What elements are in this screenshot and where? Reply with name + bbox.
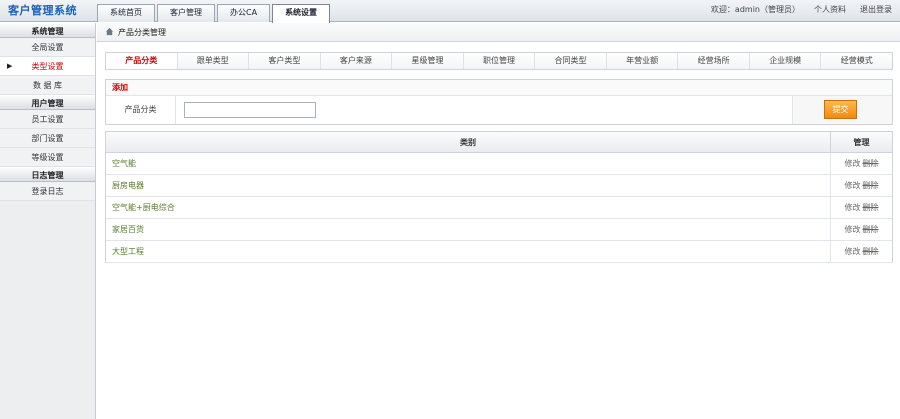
sidebar-item-department-settings[interactable]: 部门设置 [0,129,95,148]
app-title: 客户管理系统 [8,4,77,17]
delete-link[interactable]: 删除 [863,247,879,256]
row-actions: 修改 删除 [830,219,892,240]
delete-link[interactable]: 删除 [863,225,879,234]
delete-link[interactable]: 删除 [863,159,879,168]
main-tab-customers[interactable]: 客户管理 [157,4,215,22]
home-icon [105,27,114,36]
profile-link[interactable]: 个人资料 [814,0,846,20]
tab-contract-type[interactable]: 合同类型 [535,53,607,69]
sidebar-item-type-settings[interactable]: ▶ 类型设置 [0,57,95,76]
edit-link[interactable]: 修改 [845,181,861,190]
tab-customer-type[interactable]: 客户类型 [249,53,321,69]
current-arrow-icon: ▶ [7,62,13,70]
sidebar-group-users[interactable]: 用户管理 [0,95,95,110]
main-tab-settings[interactable]: 系统设置 [272,4,331,23]
sidebar-item-global-settings[interactable]: 全局设置 [0,38,95,57]
user-info: 欢迎：admin（管理员） 个人资料 退出登录 [711,0,892,20]
category-name: 家居百货 [112,225,144,234]
category-name: 空气能+厨电综合 [112,203,175,212]
breadcrumb: 产品分类管理 [97,23,900,42]
product-category-input[interactable] [184,102,316,118]
welcome-text: 欢迎：admin（管理员） [710,5,800,14]
product-category-label: 产品分类 [106,96,176,124]
category-name: 厨房电器 [112,181,144,190]
edit-link[interactable]: 修改 [845,159,861,168]
sidebar: 系统管理 全局设置 ▶ 类型设置 数 据 库 用户管理 员工设置 部门设置 等级设… [0,23,96,419]
header-category: 类别 [460,138,476,147]
main-tabs: 系统首页 客户管理 办公CA 系统设置 [97,4,332,23]
main-tab-office[interactable]: 办公CA [217,4,271,22]
table-header: 类别 管理 [106,132,892,153]
tab-followup-type[interactable]: 跟单类型 [177,53,250,69]
page-title: 产品分类管理 [118,28,166,37]
tab-customer-source[interactable]: 客户来源 [320,53,393,69]
main-content: 产品分类管理 产品分类 跟单类型 客户类型 客户来源 星级管理 职位管理 合同类… [97,23,900,419]
row-actions: 修改 删除 [830,175,892,196]
type-tabs: 产品分类 跟单类型 客户类型 客户来源 星级管理 职位管理 合同类型 年营业额 … [105,52,893,70]
main-tab-home[interactable]: 系统首页 [97,4,155,22]
delete-link[interactable]: 删除 [863,181,879,190]
row-actions: 修改 删除 [830,153,892,174]
category-name: 空气能 [112,159,136,168]
top-header: 客户管理系统 系统首页 客户管理 办公CA 系统设置 欢迎：admin（管理员）… [0,0,900,23]
sidebar-item-staff-settings[interactable]: 员工设置 [0,110,95,129]
sidebar-item-database[interactable]: 数 据 库 [0,76,95,95]
tab-star-level[interactable]: 星级管理 [392,53,464,69]
sidebar-group-system[interactable]: 系统管理 [0,23,95,38]
header-manage: 管理 [830,132,892,152]
add-panel-title: 添加 [106,80,892,96]
tab-business-model[interactable]: 经营模式 [821,53,893,69]
table-row: 厨房电器 修改 删除 [106,175,892,197]
row-actions: 修改 删除 [830,241,892,262]
edit-link[interactable]: 修改 [845,247,861,256]
edit-link[interactable]: 修改 [845,203,861,212]
sidebar-item-login-log[interactable]: 登录日志 [0,182,95,201]
category-table: 类别 管理 空气能 修改 删除 厨房电器 修改 删除 空气能+厨电综合 修改 删除 家… [105,131,893,263]
table-row: 空气能 修改 删除 [106,153,892,175]
row-actions: 修改 删除 [830,197,892,218]
delete-link[interactable]: 删除 [863,203,879,212]
submit-button[interactable]: 提交 [824,100,857,119]
table-row: 空气能+厨电综合 修改 删除 [106,197,892,219]
logout-link[interactable]: 退出登录 [860,0,892,20]
tab-position[interactable]: 职位管理 [463,53,536,69]
table-row: 大型工程 修改 删除 [106,241,892,263]
app-root: 客户管理系统 系统首页 客户管理 办公CA 系统设置 欢迎：admin（管理员）… [0,0,900,419]
tab-product-category[interactable]: 产品分类 [106,53,178,69]
submit-cell: 提交 [792,96,892,124]
sidebar-item-level-settings[interactable]: 等级设置 [0,148,95,167]
add-panel: 添加 产品分类 提交 [105,79,893,125]
category-name: 大型工程 [112,247,144,256]
tab-business-premises[interactable]: 经营场所 [678,53,750,69]
sidebar-item-label: 类型设置 [31,62,64,71]
tab-annual-revenue[interactable]: 年营业额 [606,53,679,69]
add-row: 产品分类 提交 [106,96,892,124]
sidebar-group-logs[interactable]: 日志管理 [0,167,95,182]
table-row: 家居百货 修改 删除 [106,219,892,241]
tab-company-size[interactable]: 企业规模 [749,53,822,69]
edit-link[interactable]: 修改 [845,225,861,234]
